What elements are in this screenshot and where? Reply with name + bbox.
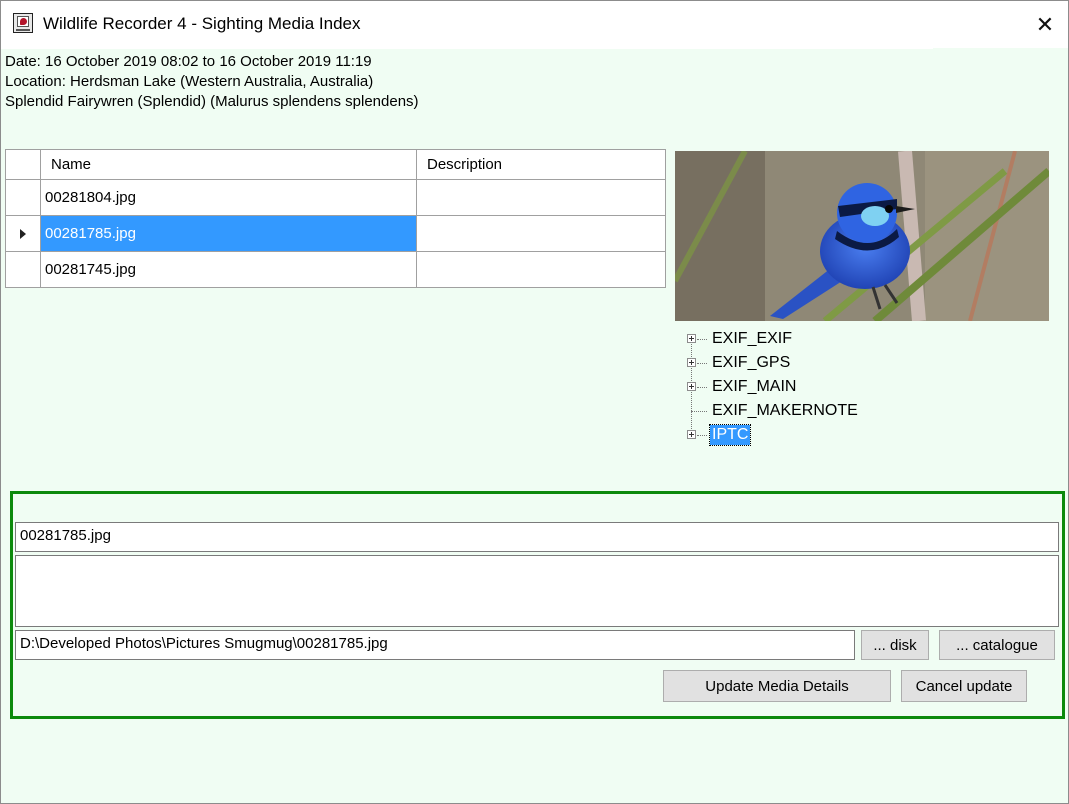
row-pointer-icon bbox=[20, 228, 26, 239]
plus-expander-icon[interactable] bbox=[687, 430, 696, 439]
media-grid[interactable]: Name Description 00281804.jpg 00281785.j… bbox=[5, 149, 666, 288]
tree-node-label[interactable]: EXIF_MAIN bbox=[710, 377, 798, 397]
tree-node-iptc[interactable]: IPTC bbox=[685, 423, 885, 447]
tree-node-label-selected[interactable]: IPTC bbox=[708, 424, 752, 446]
column-header-name[interactable]: Name bbox=[41, 150, 417, 179]
row-header[interactable] bbox=[6, 252, 41, 287]
name-cell[interactable]: 00281745.jpg bbox=[41, 252, 417, 287]
sighting-info: Date: 16 October 2019 08:02 to 16 Octobe… bbox=[5, 52, 419, 112]
description-cell[interactable] bbox=[417, 180, 666, 215]
species-label: Splendid Fairywren (Splendid) (Malurus s… bbox=[5, 93, 419, 110]
photo-preview bbox=[675, 151, 1049, 321]
description-cell[interactable] bbox=[417, 216, 666, 251]
media-path-field[interactable]: D:\Developed Photos\Pictures Smugmug\002… bbox=[15, 630, 855, 660]
update-media-details-button[interactable]: Update Media Details bbox=[663, 670, 891, 702]
row-header[interactable] bbox=[6, 216, 41, 251]
table-row-selected[interactable]: 00281785.jpg bbox=[6, 216, 666, 252]
grid-header-row: Name Description bbox=[6, 150, 666, 180]
description-cell[interactable] bbox=[417, 252, 666, 287]
title-bar: Wildlife Recorder 4 - Sighting Media Ind… bbox=[1, 1, 1068, 48]
close-icon[interactable]: ✕ bbox=[1022, 1, 1068, 48]
app-icon bbox=[13, 13, 33, 33]
name-cell[interactable]: 00281804.jpg bbox=[41, 180, 417, 215]
tree-node-label[interactable]: EXIF_EXIF bbox=[710, 329, 794, 349]
browse-catalogue-button[interactable]: ... catalogue bbox=[939, 630, 1055, 660]
column-header-description[interactable]: Description bbox=[417, 150, 666, 179]
cancel-update-button[interactable]: Cancel update bbox=[901, 670, 1027, 702]
tree-node-exif-exif[interactable]: EXIF_EXIF bbox=[685, 327, 885, 351]
tree-node-label[interactable]: EXIF_MAKERNOTE bbox=[710, 401, 860, 421]
tree-node-exif-makernote[interactable]: EXIF_MAKERNOTE bbox=[685, 399, 885, 423]
tree-node-label[interactable]: EXIF_GPS bbox=[710, 353, 792, 373]
plus-expander-icon[interactable] bbox=[687, 382, 696, 391]
table-row[interactable]: 00281804.jpg bbox=[6, 180, 666, 216]
tree-node-exif-gps[interactable]: EXIF_GPS bbox=[685, 351, 885, 375]
plus-expander-icon[interactable] bbox=[687, 334, 696, 343]
media-name-field[interactable]: 00281785.jpg bbox=[15, 522, 1059, 552]
media-index-window: Wildlife Recorder 4 - Sighting Media Ind… bbox=[0, 0, 1069, 804]
plus-expander-icon[interactable] bbox=[687, 358, 696, 367]
date-label: Date: 16 October 2019 08:02 to 16 Octobe… bbox=[5, 53, 372, 70]
media-description-field[interactable] bbox=[15, 555, 1059, 627]
window-title: Wildlife Recorder 4 - Sighting Media Ind… bbox=[43, 14, 361, 33]
name-cell[interactable]: 00281785.jpg bbox=[41, 216, 417, 251]
tree-node-exif-main[interactable]: EXIF_MAIN bbox=[685, 375, 885, 399]
table-row[interactable]: 00281745.jpg bbox=[6, 252, 666, 288]
browse-disk-button[interactable]: ... disk bbox=[861, 630, 929, 660]
row-header[interactable] bbox=[6, 180, 41, 215]
metadata-tree[interactable]: EXIF_EXIF EXIF_GPS EXIF_MAIN EXIF_MAKERN… bbox=[685, 327, 885, 447]
row-header-corner bbox=[6, 150, 41, 179]
location-label: Location: Herdsman Lake (Western Austral… bbox=[5, 73, 374, 90]
media-edit-group: 00281785.jpg D:\Developed Photos\Picture… bbox=[10, 491, 1065, 719]
